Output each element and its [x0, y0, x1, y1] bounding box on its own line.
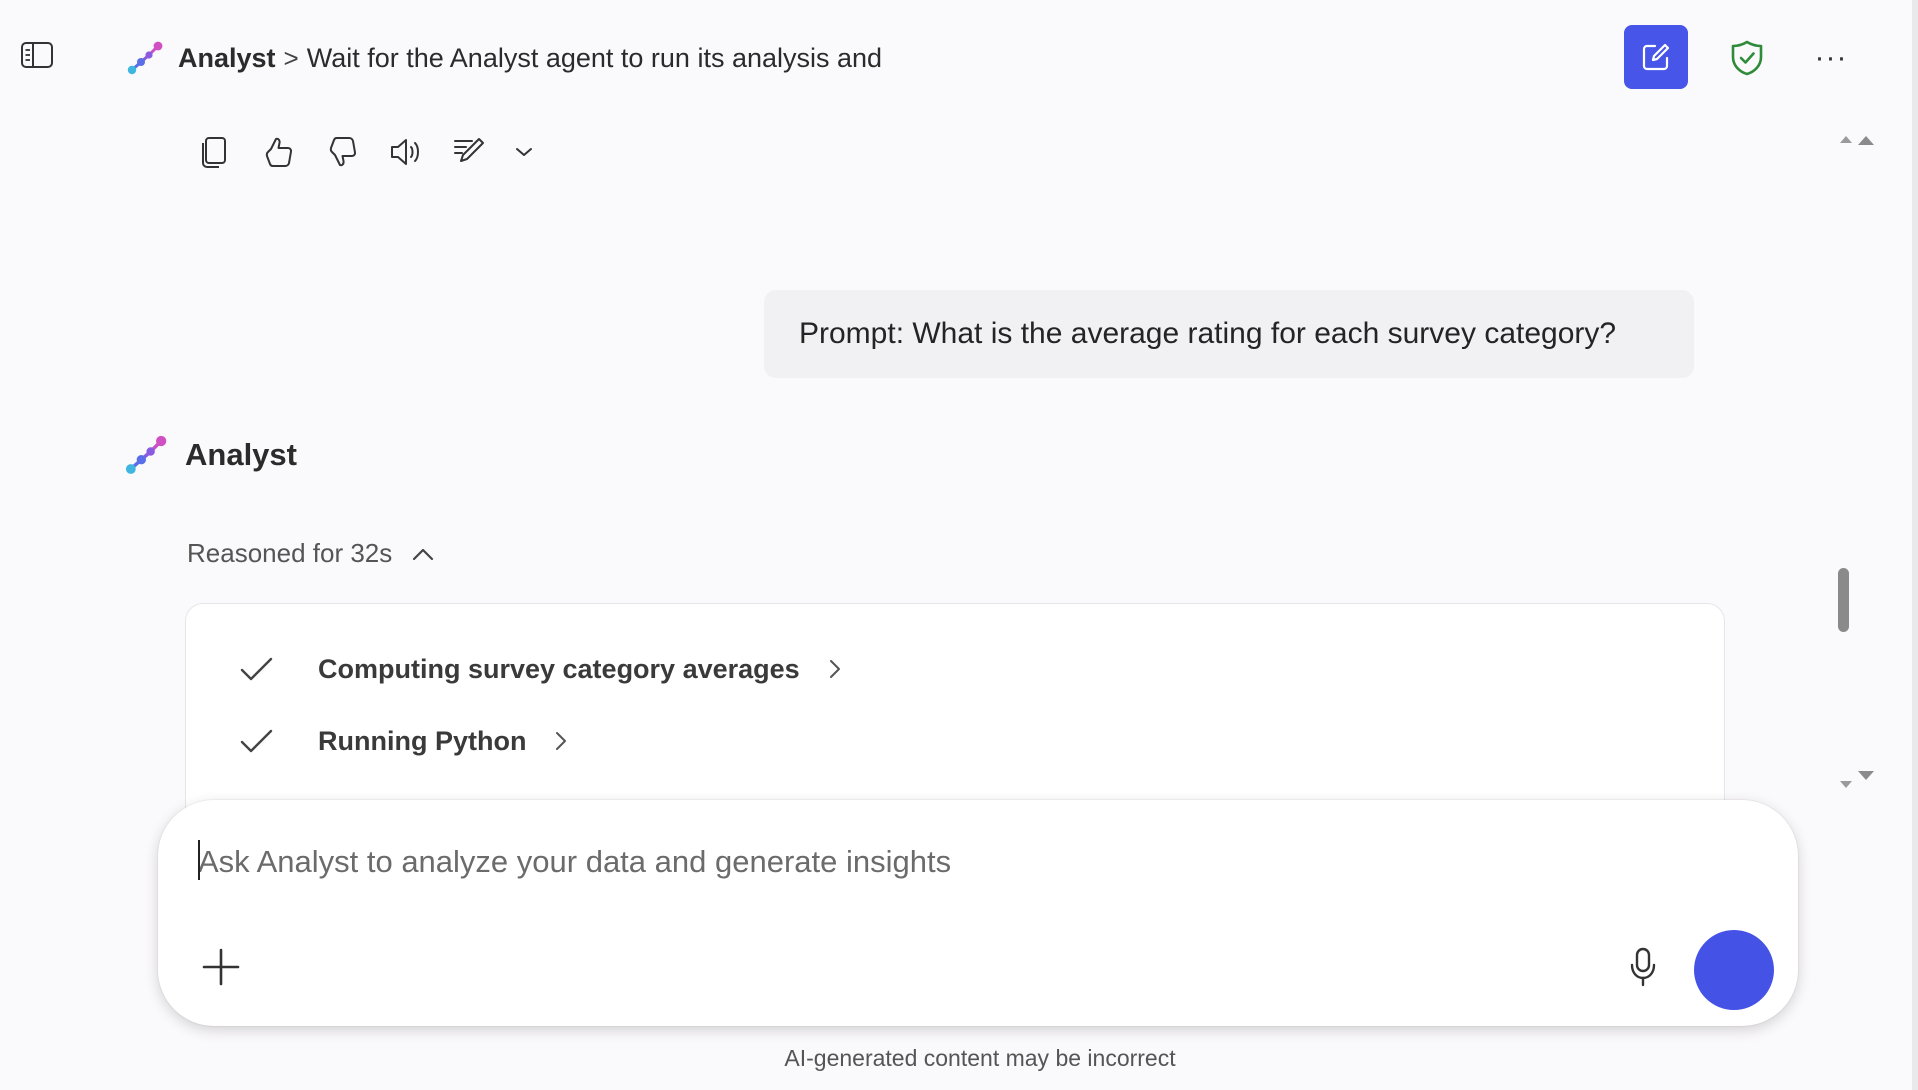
- thumbs-up-button[interactable]: [256, 130, 300, 174]
- message-input[interactable]: [198, 840, 1598, 884]
- chevron-up-icon: [413, 548, 434, 560]
- plus-icon: [202, 948, 240, 986]
- agent-response-header: Analyst: [125, 435, 297, 475]
- attach-button[interactable]: [198, 944, 244, 990]
- edit-options-button[interactable]: [512, 130, 536, 174]
- message-composer: [158, 800, 1798, 1026]
- analyst-logo-icon: [127, 41, 163, 75]
- shield-check-icon: [1731, 40, 1763, 76]
- breadcrumb-separator: >: [283, 42, 299, 73]
- check-icon: [240, 729, 273, 753]
- protection-status-button[interactable]: [1722, 33, 1772, 83]
- chevron-down-icon: [516, 148, 532, 156]
- edit-button[interactable]: [448, 130, 492, 174]
- read-aloud-button[interactable]: [384, 130, 428, 174]
- copy-icon: [202, 137, 226, 168]
- reasoning-step[interactable]: Computing survey category averages: [236, 649, 842, 689]
- reasoning-step[interactable]: Running Python: [236, 721, 568, 761]
- user-message-text: Prompt: What is the average rating for e…: [799, 317, 1617, 350]
- more-horizontal-icon: ···: [1814, 41, 1848, 74]
- new-chat-button[interactable]: [1624, 25, 1688, 89]
- caret-down-icon: [1840, 771, 1874, 788]
- edit-icon: [454, 138, 484, 162]
- scroll-up-button[interactable]: [1836, 125, 1876, 149]
- response-toolbar: [192, 130, 536, 174]
- sidebar-toggle-button[interactable]: [18, 36, 56, 74]
- speaker-icon: [391, 139, 419, 165]
- chevron-right-icon: [829, 660, 840, 678]
- ai-disclaimer: AI-generated content may be incorrect: [784, 1045, 1176, 1071]
- reasoning-step-label: Computing survey category averages: [318, 653, 800, 684]
- breadcrumb-agent-name[interactable]: Analyst: [178, 43, 276, 74]
- chevron-right-icon: [556, 732, 567, 750]
- compose-icon: [1642, 43, 1670, 71]
- reasoning-label: Reasoned for 32s: [187, 538, 393, 568]
- analyst-logo-icon: [125, 435, 167, 474]
- scrollbar-thumb[interactable]: [1838, 568, 1849, 632]
- copy-button[interactable]: [192, 130, 236, 174]
- thumbs-up-icon: [265, 137, 292, 167]
- thumbs-down-button[interactable]: [320, 130, 364, 174]
- thumbs-down-icon: [329, 137, 356, 167]
- window-edge: [1912, 0, 1918, 1090]
- breadcrumb: Analyst > Wait for the Analyst agent to …: [127, 38, 882, 78]
- caret-up-icon: [1840, 136, 1874, 145]
- conversation-title: Wait for the Analyst agent to run its an…: [306, 42, 883, 73]
- agent-name: Analyst: [185, 437, 297, 472]
- check-icon: [240, 657, 273, 681]
- more-options-button[interactable]: ···: [1806, 33, 1856, 83]
- send-button[interactable]: [1694, 930, 1774, 1010]
- reasoning-toggle[interactable]: Reasoned for 32s: [187, 538, 434, 569]
- scroll-down-button[interactable]: [1836, 767, 1876, 791]
- microphone-icon: [1630, 947, 1656, 987]
- user-message-bubble: Prompt: What is the average rating for e…: [764, 290, 1694, 378]
- text-caret: [198, 840, 200, 880]
- reasoning-steps-card: Computing survey category averages Runni…: [185, 603, 1725, 823]
- microphone-button[interactable]: [1620, 944, 1666, 990]
- reasoning-step-label: Running Python: [318, 725, 527, 756]
- sidebar-toggle-icon: [21, 42, 53, 68]
